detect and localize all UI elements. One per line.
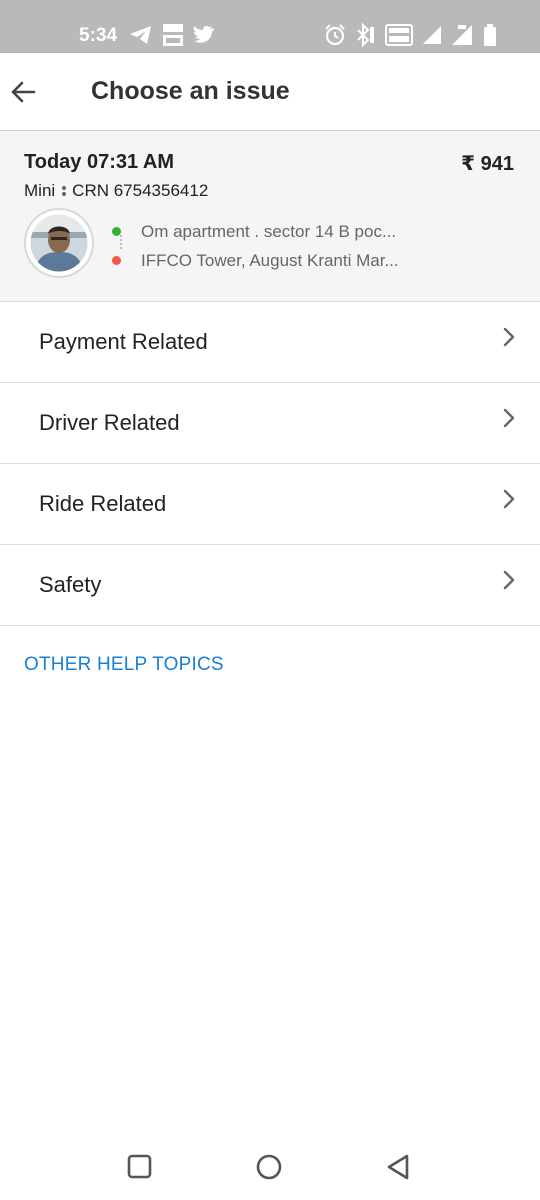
issue-label: Payment Related <box>39 329 208 354</box>
issue-label: Safety <box>39 572 102 597</box>
pickup-address: Om apartment . sector 14 B poc... <box>141 221 397 241</box>
telegram-icon <box>128 22 154 48</box>
other-help-topics-link[interactable]: OTHER HELP TOPICS <box>24 654 224 676</box>
page-title: Choose an issue <box>91 77 290 105</box>
issue-ride-related[interactable]: Ride Related <box>0 464 540 545</box>
issue-label: Ride Related <box>39 491 167 516</box>
back-triangle-icon[interactable] <box>383 1152 413 1182</box>
issue-safety[interactable]: Safety <box>0 545 540 626</box>
system-nav-bar <box>0 1140 540 1200</box>
pickup-row: Om apartment . sector 14 B poc... <box>112 217 399 246</box>
status-time: 5:34 <box>79 25 118 46</box>
chevron-right-icon <box>500 486 518 512</box>
ride-date: Today 07:31 AM <box>24 151 175 173</box>
separator-dots-icon <box>62 185 67 197</box>
ride-category: Mini <box>24 181 56 200</box>
alarm-icon <box>323 22 347 48</box>
tata-1mg-icon <box>160 22 186 48</box>
status-bar: 5:34 <box>0 0 540 53</box>
back-arrow-icon[interactable] <box>8 77 38 107</box>
ride-route: Om apartment . sector 14 B poc... IFFCO … <box>112 217 399 275</box>
ride-crn: CRN 6754356412 <box>72 181 209 200</box>
volte-icon <box>385 22 413 48</box>
drop-dot-icon <box>112 256 121 265</box>
battery-icon <box>482 22 498 48</box>
chevron-right-icon <box>500 405 518 431</box>
drop-row: IFFCO Tower, August Kranti Mar... <box>112 246 399 275</box>
home-circle-icon[interactable] <box>254 1152 284 1182</box>
bluetooth-icon <box>353 22 377 48</box>
issue-payment-related[interactable]: Payment Related <box>0 302 540 383</box>
signal-4g-icon <box>450 22 476 48</box>
recents-square-icon[interactable] <box>125 1152 155 1182</box>
ride-summary-card: Today 07:31 AM ₹ 941 Mini CRN 6754356412… <box>0 131 540 302</box>
issue-driver-related[interactable]: Driver Related <box>0 383 540 464</box>
ride-fare: ₹ 941 <box>461 153 514 175</box>
route-connector <box>120 235 122 249</box>
drop-address: IFFCO Tower, August Kranti Mar... <box>141 250 399 270</box>
issue-label: Driver Related <box>39 410 180 435</box>
twitter-icon <box>192 22 216 48</box>
signal-icon <box>420 22 444 48</box>
app-bar: Choose an issue <box>0 53 540 131</box>
chevron-right-icon <box>500 567 518 593</box>
chevron-right-icon <box>500 324 518 350</box>
driver-avatar <box>24 208 94 278</box>
ride-meta: Mini CRN 6754356412 <box>24 181 208 201</box>
